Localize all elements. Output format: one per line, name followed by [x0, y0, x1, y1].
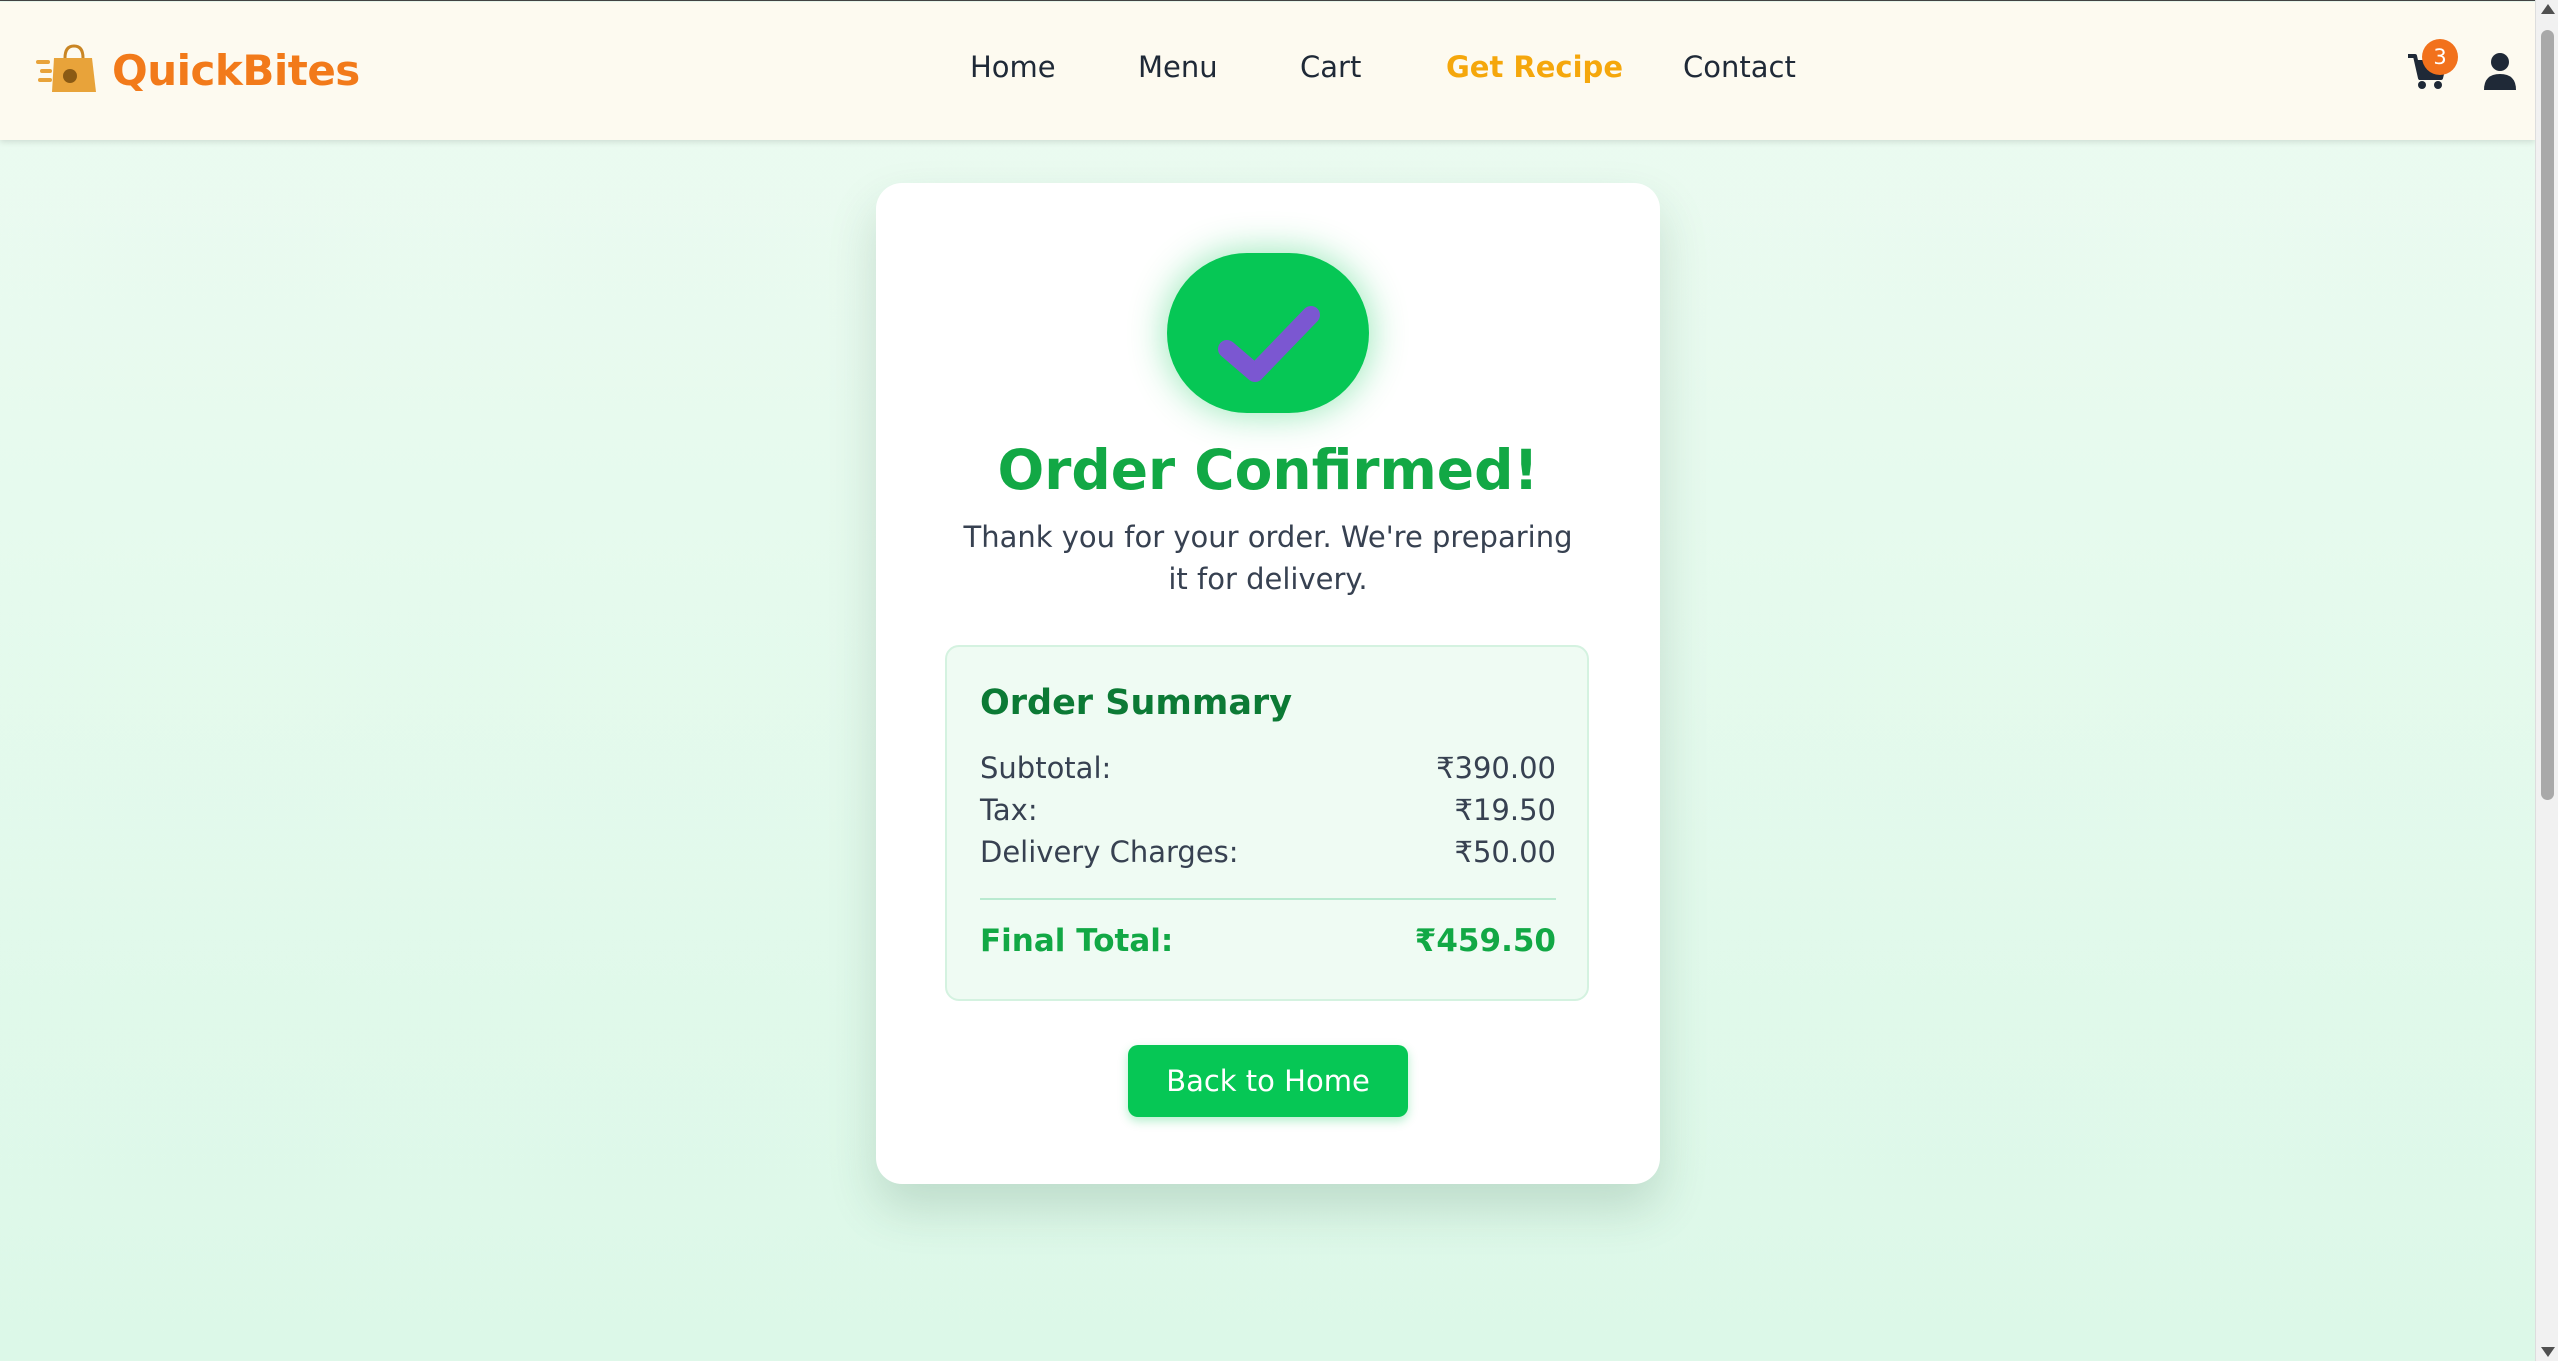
scrollbar-thumb[interactable]	[2541, 30, 2554, 800]
summary-row-tax: Tax: ₹19.50	[980, 793, 1556, 833]
confirmation-title: Order Confirmed!	[997, 438, 1539, 502]
scroll-down-arrow-icon[interactable]	[2541, 1347, 2555, 1357]
site-header: QuickBites Home Menu Cart Get Recipe Con…	[0, 2, 2535, 140]
summary-label: Tax:	[980, 793, 1038, 827]
final-total-label: Final Total:	[980, 923, 1174, 959]
nav-contact[interactable]: Contact	[1683, 50, 1796, 84]
order-summary: Order Summary Subtotal: ₹390.00 Tax: ₹19…	[945, 645, 1589, 1001]
confirmation-message: Thank you for your order. We're preparin…	[963, 520, 1573, 596]
back-to-home-button[interactable]: Back to Home	[1128, 1045, 1408, 1117]
order-confirmation-card: Order Confirmed! Thank you for your orde…	[876, 183, 1660, 1184]
checkmark-icon	[1218, 306, 1320, 382]
success-badge	[1167, 253, 1369, 413]
user-icon[interactable]	[2482, 52, 2518, 92]
summary-value: ₹390.00	[1436, 751, 1556, 785]
nav-menu[interactable]: Menu	[1138, 50, 1218, 84]
summary-row-delivery: Delivery Charges: ₹50.00	[980, 835, 1556, 875]
summary-row-subtotal: Subtotal: ₹390.00	[980, 751, 1556, 791]
main-nav: Home Menu Cart Get Recipe Contact	[0, 50, 2535, 94]
nav-get-recipe[interactable]: Get Recipe	[1446, 50, 1623, 84]
vertical-scrollbar[interactable]	[2535, 0, 2558, 1361]
nav-home[interactable]: Home	[970, 50, 1056, 84]
final-total-value: ₹459.50	[1414, 923, 1556, 959]
order-summary-title: Order Summary	[980, 683, 1293, 723]
summary-value: ₹50.00	[1454, 835, 1556, 869]
window-top-border	[0, 0, 2535, 1]
summary-label: Delivery Charges:	[980, 835, 1239, 869]
cart-count-badge: 3	[2422, 39, 2458, 75]
summary-row-final-total: Final Total: ₹459.50	[980, 923, 1556, 963]
nav-cart[interactable]: Cart	[1300, 50, 1361, 84]
scroll-up-arrow-icon[interactable]	[2541, 4, 2555, 14]
summary-label: Subtotal:	[980, 751, 1112, 785]
summary-divider	[980, 898, 1556, 900]
summary-value: ₹19.50	[1454, 793, 1556, 827]
